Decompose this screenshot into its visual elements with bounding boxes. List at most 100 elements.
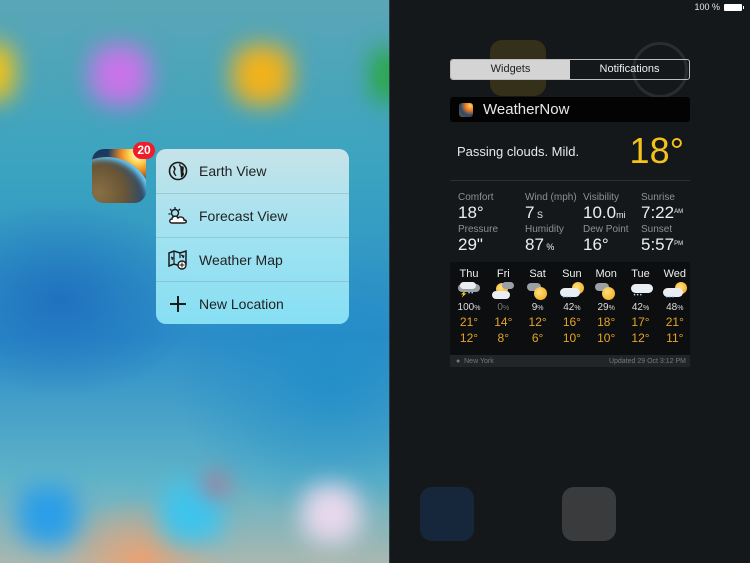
widget-footer: ● New York Updated 29 Oct 3:12 PM bbox=[450, 355, 690, 367]
forecast-day-label: Wed bbox=[663, 268, 686, 280]
forecast-row: Thu ⚡ •• 100% 21° 12° Fri 0% 14° 8° Sat 9% 12° 6° Sun •… bbox=[450, 262, 690, 358]
quick-action-weather-map[interactable]: Weather Map bbox=[156, 237, 349, 282]
plus-icon bbox=[167, 293, 189, 315]
detail-comfort: Comfort 18° bbox=[458, 192, 518, 221]
forecast-precip: 29% bbox=[597, 302, 615, 313]
blurred-dock-icon bbox=[18, 485, 78, 545]
forecast-day: Mon 29% 18° 10° bbox=[589, 262, 623, 345]
quick-action-label: Weather Map bbox=[199, 252, 283, 268]
tab-widgets[interactable]: Widgets bbox=[451, 60, 570, 79]
detail-sunset: Sunset 5:57PM bbox=[641, 224, 701, 253]
forecast-day: Thu ⚡ •• 100% 21° 12° bbox=[452, 262, 486, 345]
detail-value: 29" bbox=[458, 235, 483, 254]
weather-details: Comfort 18° Wind (mph) 7 S Visibility 10… bbox=[450, 188, 690, 258]
forecast-precip: 48% bbox=[666, 302, 684, 313]
forecast-day: Tue ••• 42% 17° 12° bbox=[624, 262, 658, 345]
location-pin-icon: ● bbox=[456, 357, 461, 365]
forecast-high: 16° bbox=[562, 315, 581, 329]
detail-label: Dew Point bbox=[583, 224, 629, 235]
forecast-low: 12° bbox=[631, 331, 650, 345]
forecast-high: 14° bbox=[494, 315, 513, 329]
sun-rain-cloud-icon: ••• bbox=[559, 281, 585, 301]
forecast-day: Sat 9% 12° 6° bbox=[521, 262, 555, 345]
sun-cloud-icon bbox=[167, 205, 189, 227]
detail-label: Sunset bbox=[641, 224, 673, 235]
detail-humidity: Humidity 87 % bbox=[525, 224, 585, 256]
forecast-precip: 9% bbox=[531, 302, 544, 313]
location: ● New York bbox=[456, 358, 494, 365]
earth-icon bbox=[92, 157, 146, 203]
blurred-app-icon bbox=[90, 45, 150, 105]
forecast-day: Wed ••• 48% 21° 11° bbox=[658, 262, 692, 345]
widget-header[interactable]: WeatherNow bbox=[450, 97, 690, 122]
forecast-day: Fri 0% 14° 8° bbox=[486, 262, 520, 345]
forecast-day-label: Sun bbox=[562, 268, 582, 280]
partly-cloudy-icon bbox=[490, 281, 516, 301]
forecast-precip: 42% bbox=[563, 302, 581, 313]
rain-cloud-icon: ••• bbox=[628, 281, 654, 301]
detail-wind: Wind (mph) 7 S bbox=[525, 192, 585, 224]
detail-value: 10.0mi bbox=[583, 203, 626, 222]
quick-action-forecast-view[interactable]: Forecast View bbox=[156, 193, 349, 238]
detail-value: 87 % bbox=[525, 235, 555, 254]
sun-cloud-icon bbox=[593, 281, 619, 301]
forecast-high: 17° bbox=[631, 315, 650, 329]
current-temperature: 18° bbox=[629, 130, 684, 171]
thunderstorm-icon: ⚡ •• bbox=[456, 281, 482, 301]
quick-action-label: New Location bbox=[199, 296, 284, 312]
detail-dew-point: Dew Point 16° bbox=[583, 224, 643, 253]
sun-cloud-icon bbox=[525, 281, 551, 301]
detail-pressure: Pressure 29" bbox=[458, 224, 518, 253]
blurred-app-icon bbox=[232, 45, 292, 105]
forecast-high: 12° bbox=[528, 315, 547, 329]
tab-notifications[interactable]: Notifications bbox=[570, 60, 689, 79]
quick-actions-menu: Earth View Forecast View Weather Map New… bbox=[156, 149, 349, 324]
forecast-low: 12° bbox=[459, 331, 479, 345]
location-name: New York bbox=[464, 357, 494, 365]
app-badge: 20 bbox=[133, 142, 155, 159]
forecast-low: 11° bbox=[666, 331, 684, 345]
divider bbox=[450, 180, 690, 181]
quick-action-new-location[interactable]: New Location bbox=[156, 281, 349, 324]
sun-rain-cloud-icon: ••• bbox=[662, 281, 688, 301]
forecast-precip: 42% bbox=[631, 302, 650, 313]
status-bar: 100 % bbox=[694, 2, 744, 12]
quick-action-earth-view[interactable]: Earth View bbox=[156, 149, 349, 193]
forecast-low: 10° bbox=[562, 331, 581, 345]
globe-icon bbox=[167, 160, 189, 182]
detail-value: 7 S bbox=[525, 203, 543, 222]
blurred-dock-badge bbox=[205, 474, 227, 496]
detail-label: Wind (mph) bbox=[525, 192, 577, 203]
battery-percent: 100 % bbox=[694, 2, 720, 12]
detail-label: Comfort bbox=[458, 192, 494, 203]
background-mail-icon bbox=[420, 487, 474, 541]
blurred-app-icon bbox=[372, 48, 389, 103]
forecast-precip: 100% bbox=[457, 302, 481, 313]
updated-time: Updated 29 Oct 3:12 PM bbox=[608, 357, 686, 365]
map-icon bbox=[167, 249, 189, 271]
detail-label: Visibility bbox=[583, 192, 619, 203]
forecast-high: 21° bbox=[665, 315, 684, 329]
forecast-day: Sun ••• 42% 16° 10° bbox=[555, 262, 589, 345]
forecast-day-label: Thu bbox=[459, 268, 479, 280]
forecast-high: 21° bbox=[459, 315, 479, 329]
detail-value: 7:22AM bbox=[641, 203, 684, 222]
weather-widget[interactable]: Passing clouds. Mild. 18° Comfort 18° Wi… bbox=[450, 126, 690, 368]
blurred-app-icon bbox=[0, 42, 15, 102]
forecast-low: 6° bbox=[531, 331, 544, 345]
detail-sunrise: Sunrise 7:22AM bbox=[641, 192, 701, 221]
forecast-day-label: Mon bbox=[595, 268, 617, 280]
forecast-high: 18° bbox=[597, 315, 616, 329]
quick-action-label: Earth View bbox=[199, 163, 267, 179]
forecast-low: 8° bbox=[497, 331, 510, 345]
detail-label: Humidity bbox=[525, 224, 564, 235]
detail-visibility: Visibility 10.0mi bbox=[583, 192, 643, 224]
detail-value: 16° bbox=[583, 235, 609, 254]
detail-label: Sunrise bbox=[641, 192, 675, 203]
notification-center-tabs: Widgets Notifications bbox=[450, 59, 690, 80]
forecast-day-label: Tue bbox=[631, 268, 650, 280]
current-condition: Passing clouds. Mild. bbox=[457, 144, 580, 159]
blurred-dock-icon bbox=[302, 485, 360, 543]
detail-value: 5:57PM bbox=[641, 235, 684, 254]
widget-title: WeatherNow bbox=[483, 101, 570, 118]
